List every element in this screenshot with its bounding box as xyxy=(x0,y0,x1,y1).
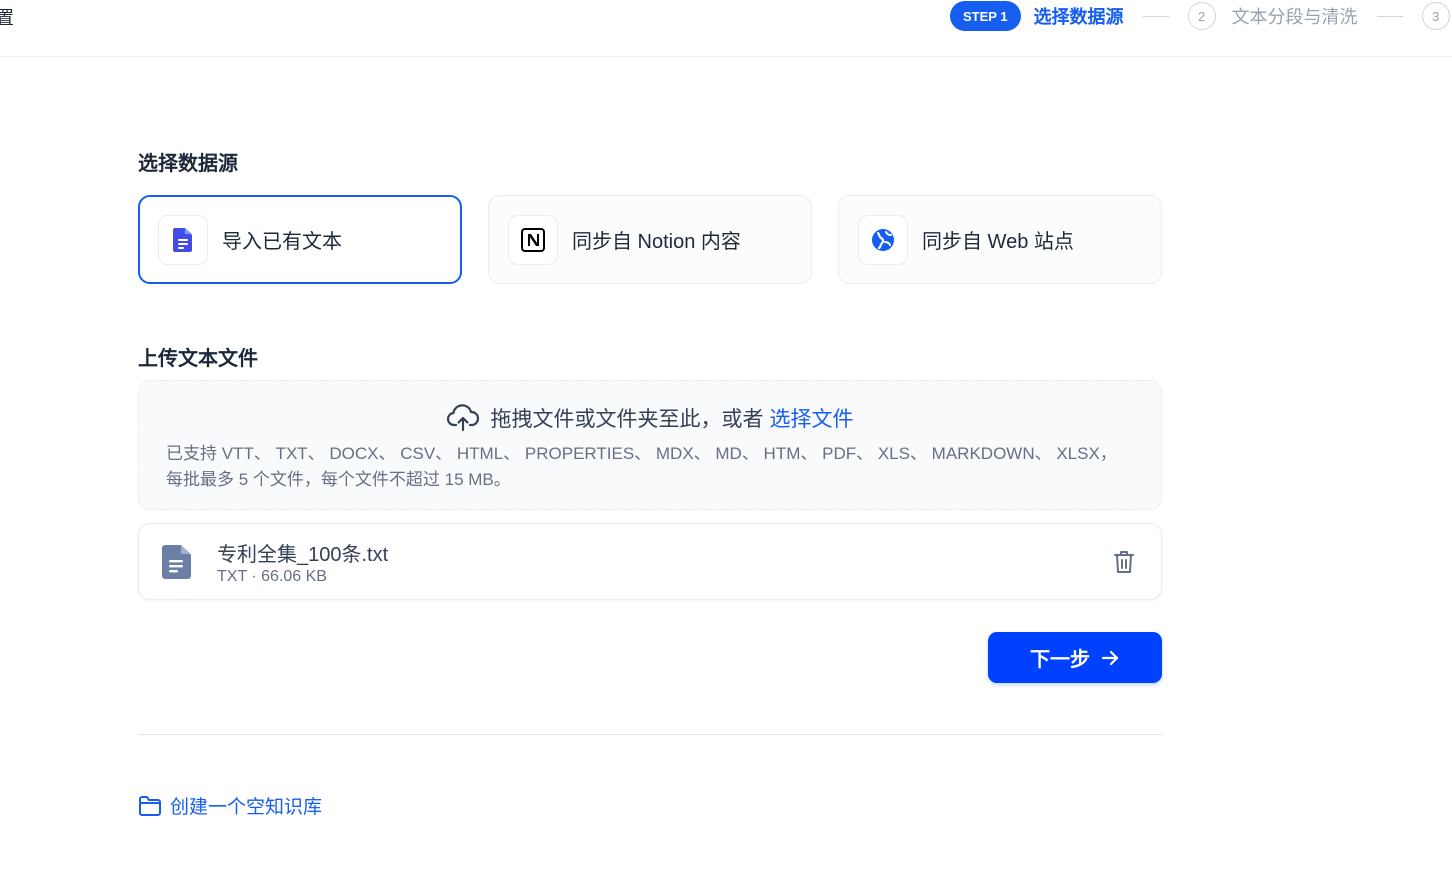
next-step-button[interactable]: 下一步 xyxy=(988,632,1162,683)
document-icon xyxy=(158,214,208,265)
top-bar: 置 STEP 1 选择数据源 2 文本分段与清洗 3 xyxy=(0,0,1452,57)
dropzone-message: 拖拽文件或文件夹至此，或者 选择文件 xyxy=(139,403,1161,433)
truncated-nav-text: 置 xyxy=(0,8,14,28)
select-file-link[interactable]: 选择文件 xyxy=(770,403,854,433)
create-empty-kb-label: 创建一个空知识库 xyxy=(170,797,323,818)
source-option-import-text[interactable]: 导入已有文本 xyxy=(138,195,462,284)
source-option-label: 同步自 Web 站点 xyxy=(922,231,1074,253)
arrow-right-icon xyxy=(1101,650,1119,665)
source-option-notion[interactable]: 同步自 Notion 内容 xyxy=(488,195,812,284)
step-2-label: 文本分段与清洗 xyxy=(1231,7,1358,27)
step-1-badge: STEP 1 xyxy=(950,1,1021,31)
notion-icon xyxy=(508,214,558,265)
step-1-label: 选择数据源 xyxy=(1033,7,1124,27)
upload-cloud-icon xyxy=(446,404,479,432)
file-dropzone[interactable]: 拖拽文件或文件夹至此，或者 选择文件 已支持 VTT、 TXT、 DOCX、 C… xyxy=(138,380,1162,510)
file-name: 专利全集_100条.txt xyxy=(217,544,389,566)
upload-title: 上传文本文件 xyxy=(138,348,258,370)
globe-icon xyxy=(858,214,908,265)
source-option-label: 导入已有文本 xyxy=(222,231,342,253)
divider xyxy=(138,734,1162,735)
file-icon xyxy=(162,545,191,579)
next-step-label: 下一步 xyxy=(1030,649,1090,671)
dropzone-text: 拖拽文件或文件夹至此，或者 xyxy=(490,408,764,431)
stepper: STEP 1 选择数据源 2 文本分段与清洗 3 xyxy=(950,0,1450,32)
step-3-number: 3 xyxy=(1421,2,1450,30)
step-2-number: 2 xyxy=(1187,2,1216,30)
source-option-label: 同步自 Notion 内容 xyxy=(572,231,741,253)
step-connector xyxy=(1376,15,1403,17)
data-source-title: 选择数据源 xyxy=(138,153,238,175)
supported-formats-hint: 已支持 VTT、 TXT、 DOCX、 CSV、 HTML、 PROPERTIE… xyxy=(166,444,1117,489)
trash-icon[interactable] xyxy=(1113,550,1135,574)
step-connector xyxy=(1142,15,1169,17)
uploaded-file-item: 专利全集_100条.txt TXT · 66.06 KB xyxy=(138,523,1162,600)
create-empty-kb-link[interactable]: 创建一个空知识库 xyxy=(138,792,322,819)
source-option-web[interactable]: 同步自 Web 站点 xyxy=(838,195,1162,284)
folder-icon xyxy=(139,795,161,816)
file-meta: TXT · 66.06 KB xyxy=(217,568,327,585)
